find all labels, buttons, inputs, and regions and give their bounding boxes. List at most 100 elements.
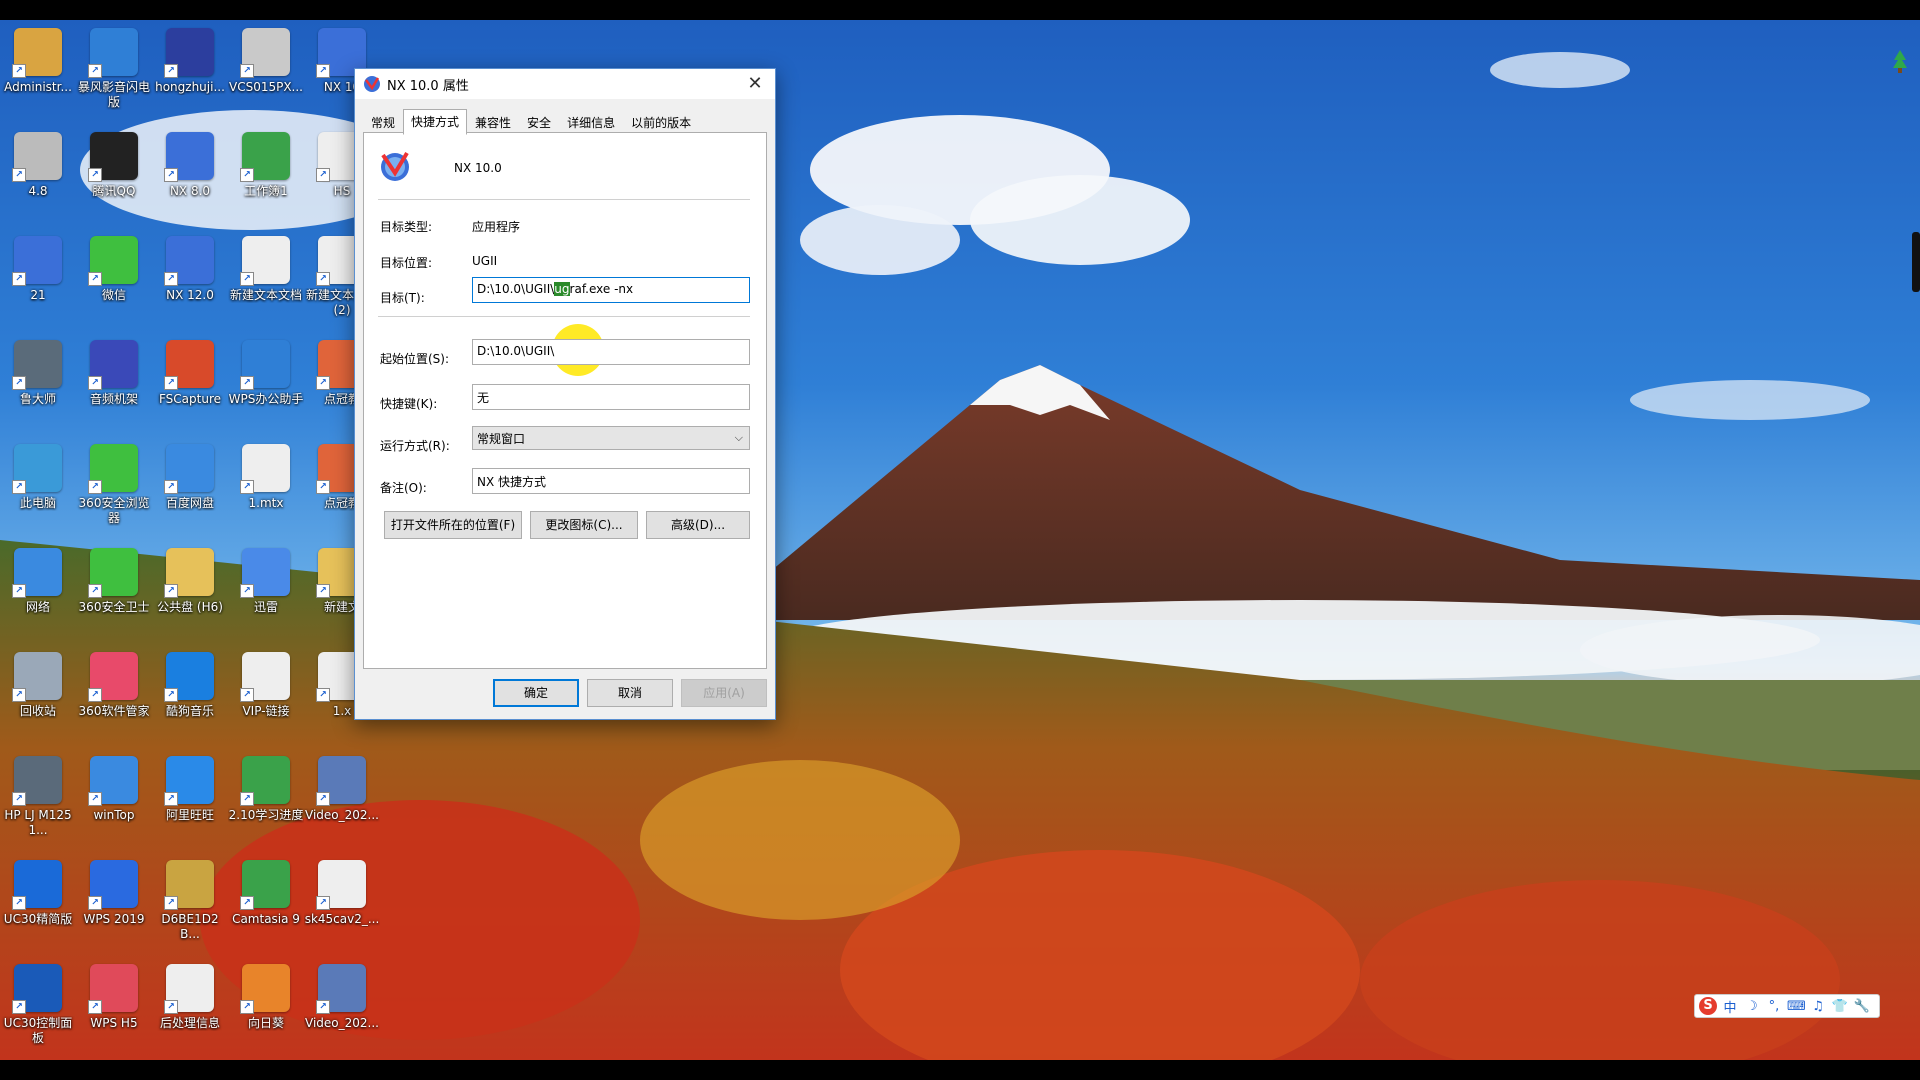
start-in-input[interactable]: D:\10.0\UGII\	[472, 339, 750, 365]
desktop-icon[interactable]: ↗ 百度网盘	[152, 438, 228, 538]
desktop-icon[interactable]: ↗ 新建文本文档	[228, 230, 304, 330]
desktop-icon[interactable]: ↗ 后处理信息	[152, 958, 228, 1058]
dialog-titlebar[interactable]: NX 10.0 属性 ✕	[355, 69, 775, 99]
run-select[interactable]: 常规窗口 ⌵	[472, 426, 750, 450]
punctuation-icon[interactable]: °,	[1765, 999, 1783, 1014]
desktop-icon[interactable]: ↗ 酷狗音乐	[152, 646, 228, 746]
keyboard-icon[interactable]: ⌨	[1787, 999, 1806, 1014]
desktop-icon-label: 酷狗音乐	[165, 704, 214, 718]
desktop-icon-label: 音频机架	[89, 392, 138, 406]
edge-handle[interactable]	[1912, 232, 1920, 292]
target-input[interactable]: D:\10.0\UGII\ugraf.exe -nx	[472, 277, 750, 303]
target-text-selected: ug	[554, 282, 570, 296]
desktop-icon[interactable]: ↗ 回收站	[0, 646, 76, 746]
desktop-icon[interactable]: ↗ Video_202...	[304, 750, 380, 850]
ime-chinese-mode[interactable]: 中	[1721, 997, 1739, 1016]
wangwang-icon: ↗	[164, 756, 214, 806]
shortcut-arrow-icon: ↗	[316, 64, 330, 78]
shortcut-key-input[interactable]: 无	[472, 384, 750, 410]
tab-shortcut[interactable]: 快捷方式	[403, 109, 468, 135]
desktop-icon[interactable]: ↗ D6BE1D2B...	[152, 854, 228, 954]
target-label: 目标(T):	[380, 291, 425, 305]
audio-icon: ↗	[88, 340, 138, 390]
desktop-icon[interactable]: ↗ Camtasia 9	[228, 854, 304, 954]
shield-360-icon: ↗	[88, 548, 138, 598]
desktop-icon[interactable]: ↗ FSCapture	[152, 334, 228, 434]
desktop-icon[interactable]: ↗ 公共盘 (H6)	[152, 542, 228, 642]
desktop-icon[interactable]: ↗ WPS 2019	[76, 854, 152, 954]
apply-button[interactable]: 应用(A)	[681, 679, 767, 707]
moon-icon[interactable]: ☽	[1743, 999, 1761, 1014]
desktop-icon[interactable]: ↗ sk45cav2_...	[304, 854, 380, 954]
desktop-icon[interactable]: ↗ 音频机架	[76, 334, 152, 434]
wrench-icon[interactable]: 🔧	[1853, 999, 1871, 1014]
ok-button[interactable]: 确定	[493, 679, 579, 707]
desktop-icon-label: 迅雷	[253, 600, 278, 614]
shortcut-arrow-icon: ↗	[88, 688, 102, 702]
desktop-icon[interactable]: ↗ 360安全浏览器	[76, 438, 152, 538]
desktop-icon[interactable]: ↗ 1.mtx	[228, 438, 304, 538]
desktop-icon[interactable]: ↗ 腾讯QQ	[76, 126, 152, 226]
desktop-icon[interactable]: ↗ VIP-链接	[228, 646, 304, 746]
comment-input[interactable]: NX 快捷方式	[472, 468, 750, 494]
shortcut-arrow-icon: ↗	[240, 376, 254, 390]
desktop-icon[interactable]: ↗ 2.10学习进度	[228, 750, 304, 850]
desktop-icon[interactable]: ↗ 阿里旺旺	[152, 750, 228, 850]
apps-360-icon: ↗	[88, 652, 138, 702]
desktop-icon[interactable]: ↗ WPS H5	[76, 958, 152, 1058]
desktop-icon-label: 向日葵	[247, 1016, 284, 1030]
desktop-icon[interactable]: ↗ 暴风影音闪电版	[76, 22, 152, 122]
desktop-icon[interactable]: ↗ Video_202...	[304, 958, 380, 1058]
desktop-icon[interactable]: ↗ NX 8.0	[152, 126, 228, 226]
advanced-button[interactable]: 高级(D)...	[646, 511, 750, 539]
open-file-location-button[interactable]: 打开文件所在的位置(F)	[384, 511, 522, 539]
shortcut-arrow-icon: ↗	[164, 480, 178, 494]
shortcut-arrow-icon: ↗	[240, 584, 254, 598]
desktop-icon[interactable]: ↗ 360安全卫士	[76, 542, 152, 642]
desktop-icon[interactable]: ↗ 向日葵	[228, 958, 304, 1058]
camtasia-icon: ↗	[240, 860, 290, 910]
desktop-icon[interactable]: ↗ VCS015PX...	[228, 22, 304, 122]
ime-toolbar[interactable]: S 中 ☽ °, ⌨ ♫ 👕 🔧	[1694, 994, 1880, 1018]
divider	[378, 316, 750, 317]
desktop-icon[interactable]: ↗ 微信	[76, 230, 152, 330]
close-button[interactable]: ✕	[735, 69, 775, 99]
desktop-icon[interactable]: ↗ WPS办公助手	[228, 334, 304, 434]
tree-icon[interactable]	[1892, 50, 1908, 74]
skin-icon[interactable]: 👕	[1831, 999, 1849, 1014]
desktop-icon[interactable]: ↗ 此电脑	[0, 438, 76, 538]
video-icon: ↗	[316, 964, 366, 1014]
desktop-icon[interactable]: ↗ HP LJ M1251...	[0, 750, 76, 850]
desktop-icon[interactable]: ↗ 鲁大师	[0, 334, 76, 434]
change-icon-button[interactable]: 更改图标(C)...	[530, 511, 638, 539]
shortcut-arrow-icon: ↗	[316, 1000, 330, 1014]
brush-icon: ↗	[164, 28, 214, 78]
shortcut-arrow-icon: ↗	[316, 480, 330, 494]
desktop-icon[interactable]: ↗ winTop	[76, 750, 152, 850]
nx-icon: ↗	[164, 132, 214, 182]
shortcut-arrow-icon: ↗	[164, 168, 178, 182]
desktop-icon[interactable]: ↗ UC30精简版	[0, 854, 76, 954]
desktop-icon[interactable]: ↗ 4.8	[0, 126, 76, 226]
desktop-icon[interactable]: ↗ Administr...	[0, 22, 76, 122]
desktop-icon[interactable]: ↗ 网络	[0, 542, 76, 642]
desktop-icon[interactable]: ↗ hongzhuji...	[152, 22, 228, 122]
desktop-icon[interactable]: ↗ NX 12.0	[152, 230, 228, 330]
shortcut-arrow-icon: ↗	[12, 688, 26, 702]
text-file-icon: ↗	[240, 652, 290, 702]
uc-icon: ↗	[12, 860, 62, 910]
voice-icon[interactable]: ♫	[1809, 999, 1827, 1014]
desktop-icon[interactable]: ↗ 360软件管家	[76, 646, 152, 746]
divider	[378, 199, 750, 200]
desktop-icon[interactable]: ↗ 工作簿1	[228, 126, 304, 226]
desktop-icon[interactable]: ↗ 21	[0, 230, 76, 330]
cancel-button[interactable]: 取消	[587, 679, 673, 707]
sogou-logo-icon[interactable]: S	[1699, 997, 1717, 1015]
desktop-icon[interactable]: ↗ UC30控制面板	[0, 958, 76, 1058]
shortcut-arrow-icon: ↗	[164, 1000, 178, 1014]
desktop-icon-label: 工作簿1	[244, 184, 288, 198]
file-icon: ↗	[240, 28, 290, 78]
wechat-icon: ↗	[88, 236, 138, 286]
desktop-icon[interactable]: ↗ 迅雷	[228, 542, 304, 642]
shortcut-arrow-icon: ↗	[164, 584, 178, 598]
